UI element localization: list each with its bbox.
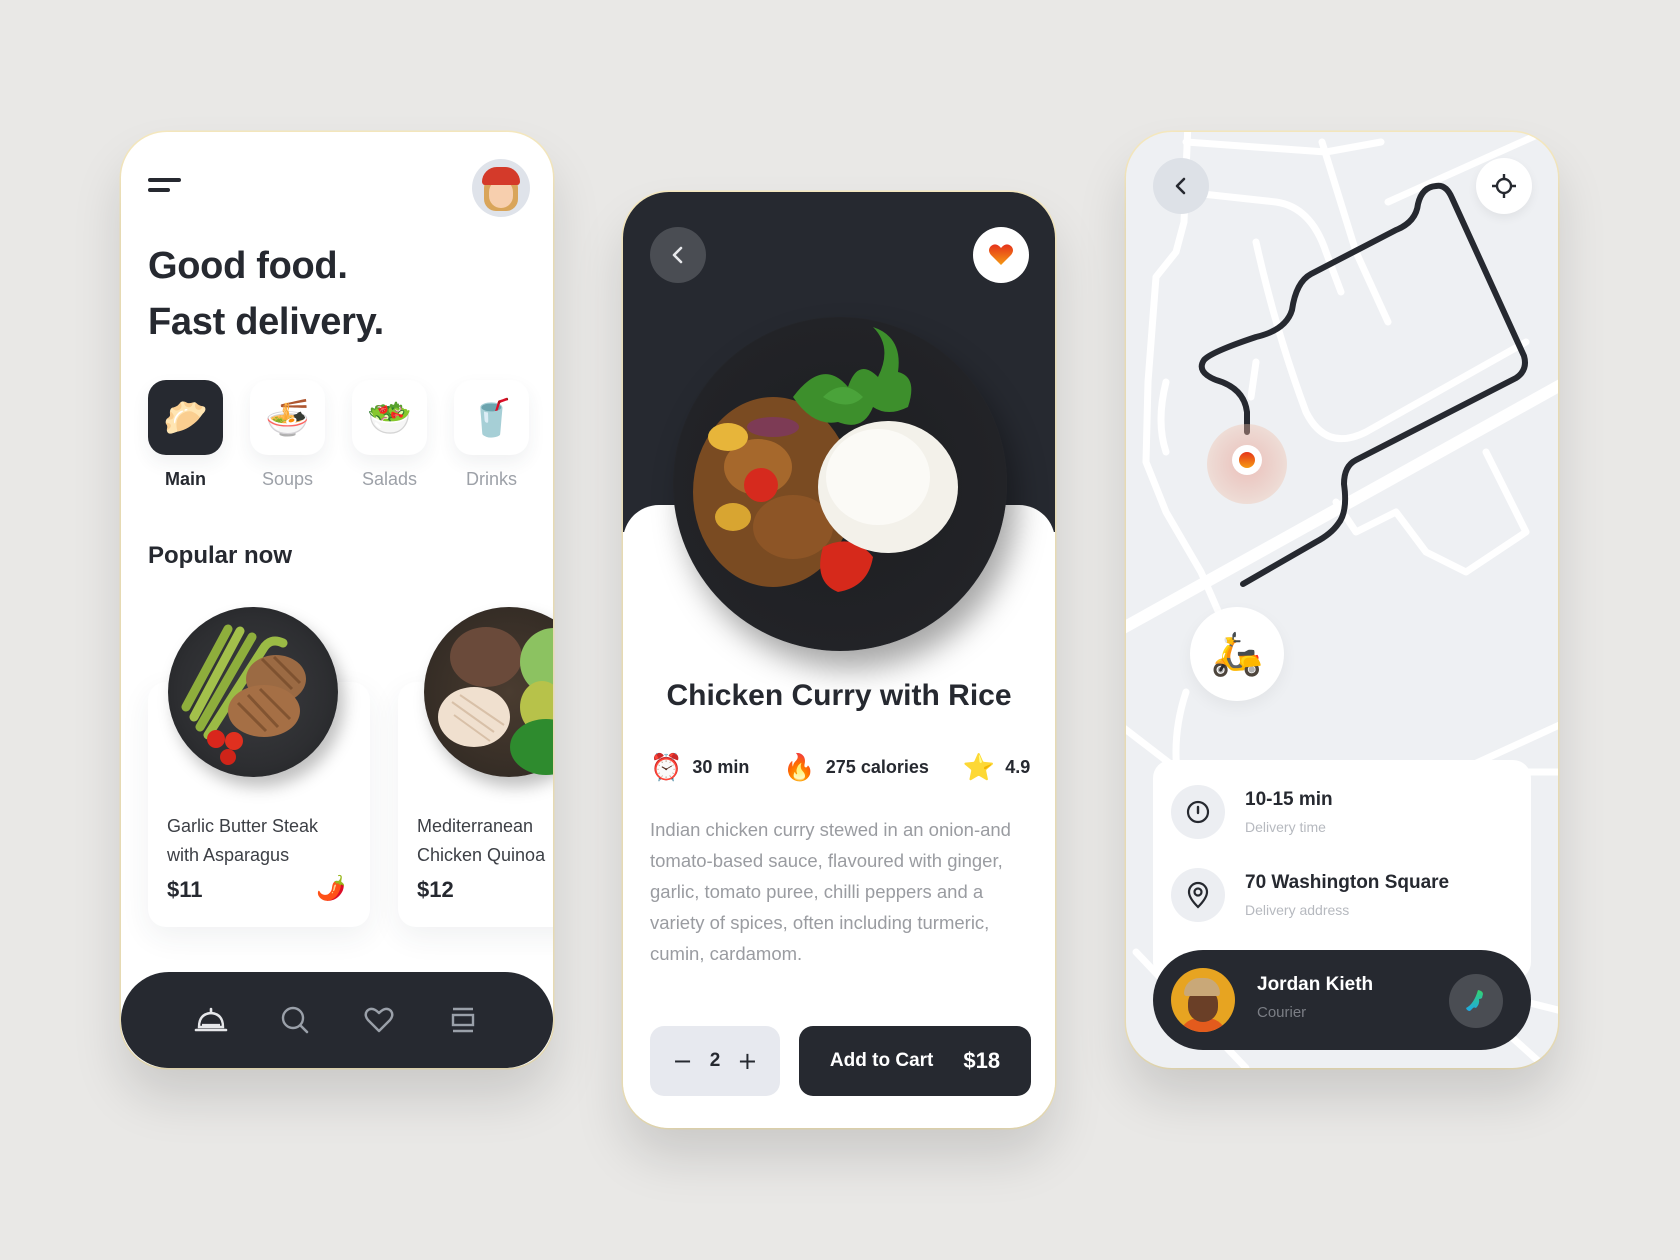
scooter-icon[interactable]: 🛵	[1190, 607, 1284, 701]
courier-role: Courier	[1257, 1004, 1307, 1021]
home-screen: Good food. Fast delivery. 🥟 Main 🍜 Soups…	[121, 132, 553, 1068]
curry-illustration	[693, 327, 958, 592]
category-label: Drinks	[465, 469, 517, 489]
food-name: Garlic Butter Steak with Asparagus	[167, 816, 319, 865]
food-price: $12	[417, 877, 454, 902]
category-label: Salads	[361, 469, 418, 489]
tracking-screen: 🛵 10-15 min Delivery time 70 Washington …	[1126, 132, 1558, 1068]
locate-me-button[interactable]	[1476, 158, 1532, 214]
delivery-address-row: 70 Washington Square Delivery address	[1171, 868, 1449, 922]
steak-dish-image	[168, 607, 338, 777]
fire-icon: 🔥	[783, 752, 816, 782]
service-bell-icon	[194, 1007, 228, 1032]
quantity-stepper: − 2 +	[650, 1026, 780, 1096]
nav-home[interactable]	[191, 1000, 231, 1040]
calories: 275 calories	[825, 757, 929, 777]
chevron-left-icon	[672, 246, 683, 264]
category-main[interactable]: 🥟 Main	[148, 380, 223, 490]
destination-pin-icon[interactable]	[1232, 445, 1262, 475]
delivery-eta-label: Delivery time	[1245, 819, 1326, 835]
category-label: Soups	[261, 469, 314, 489]
menu-icon[interactable]	[148, 178, 182, 194]
chevron-left-icon	[1175, 177, 1186, 195]
phone-icon	[1466, 990, 1483, 1011]
category-list: 🥟 Main 🍜 Soups 🥗 Salads 🥤 Drinks	[148, 380, 529, 490]
courier-bar: Jordan Kieth Courier	[1153, 950, 1531, 1050]
quinoa-illustration	[438, 627, 553, 775]
chicken-curry-image	[673, 317, 1007, 651]
back-button[interactable]	[650, 227, 706, 283]
dish-detail-screen: Chicken Curry with Rice ⏰ 30 min 🔥 275 c…	[623, 192, 1055, 1128]
courier-name: Jordan Kieth	[1257, 974, 1374, 995]
favorite-button[interactable]	[973, 227, 1029, 283]
delivery-info-card: 10-15 min Delivery time 70 Washington Sq…	[1153, 760, 1531, 980]
star-icon: ⭐	[962, 752, 996, 782]
page-headline: Good food. Fast delivery.	[148, 238, 384, 350]
alarm-clock-icon: ⏰	[650, 752, 683, 782]
quantity-value: 2	[709, 1050, 721, 1071]
user-avatar[interactable]	[472, 159, 530, 217]
decrement-button[interactable]: −	[673, 1047, 693, 1075]
section-title: Popular now	[148, 542, 292, 569]
category-salads[interactable]: 🥗 Salads	[352, 380, 427, 490]
location-pin-icon	[1171, 868, 1225, 922]
search-icon	[281, 1006, 309, 1034]
courier-avatar	[1171, 968, 1235, 1032]
nav-orders[interactable]	[443, 1000, 483, 1040]
heart-filled-icon	[989, 244, 1013, 265]
headline-line-1: Good food.	[148, 245, 348, 287]
delivery-time-row: 10-15 min Delivery time	[1171, 785, 1333, 839]
salad-icon: 🥗	[352, 380, 427, 455]
delivery-eta: 10-15 min	[1245, 789, 1333, 810]
cart-total: $18	[963, 1048, 1001, 1073]
heart-icon	[364, 1007, 394, 1033]
dish-meta: ⏰ 30 min 🔥 275 calories ⭐ 4.9	[650, 752, 1030, 783]
delivery-address: 70 Washington Square	[1245, 872, 1450, 893]
crosshair-icon	[1492, 174, 1516, 198]
food-name: Mediterranean Chicken Quinoa	[417, 816, 546, 865]
back-button[interactable]	[1153, 158, 1209, 214]
chili-pepper-icon: 🌶️	[316, 874, 346, 902]
delivery-address-label: Delivery address	[1245, 902, 1350, 918]
call-courier-button[interactable]	[1449, 974, 1503, 1028]
noodle-bowl-icon: 🍜	[250, 380, 325, 455]
drink-cup-icon: 🥤	[454, 380, 529, 455]
steak-illustration	[181, 624, 306, 765]
category-label: Main	[164, 469, 206, 489]
nav-favorites[interactable]	[359, 1000, 399, 1040]
add-to-cart-label: Add to Cart	[829, 1050, 934, 1071]
dish-description: Indian chicken curry stewed in an onion-…	[650, 819, 1011, 964]
prep-time: 30 min	[692, 757, 750, 777]
quinoa-dish-image	[424, 607, 553, 777]
nav-search[interactable]	[275, 1000, 315, 1040]
clock-icon	[1171, 785, 1225, 839]
category-soups[interactable]: 🍜 Soups	[250, 380, 325, 490]
orders-list-icon	[451, 1007, 475, 1033]
increment-button[interactable]: +	[737, 1047, 757, 1075]
headline-line-2: Fast delivery.	[148, 301, 384, 343]
add-to-cart-button[interactable]: Add to Cart $18	[799, 1026, 1031, 1096]
bottom-nav	[121, 972, 553, 1068]
dumpling-icon: 🥟	[148, 380, 223, 455]
rating: 4.9	[1005, 757, 1031, 777]
food-price: $11	[167, 877, 203, 902]
dish-title: Chicken Curry with Rice	[666, 679, 1012, 712]
category-drinks[interactable]: 🥤 Drinks	[454, 380, 529, 490]
